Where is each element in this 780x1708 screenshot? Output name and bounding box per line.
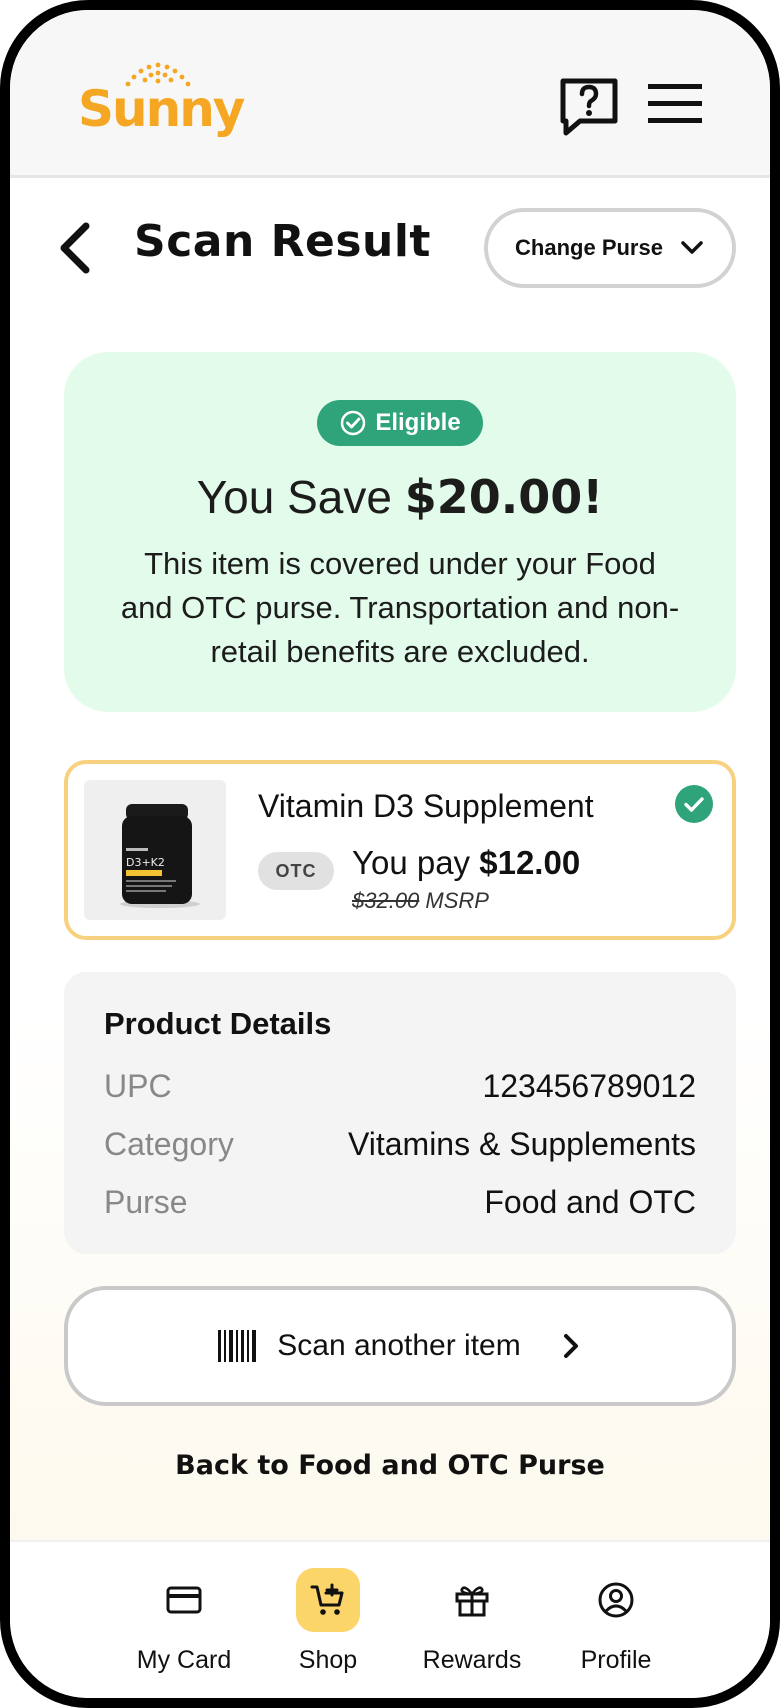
help-button[interactable] <box>558 76 620 138</box>
app-header: Sunny <box>10 10 770 178</box>
gift-icon <box>455 1586 489 1617</box>
savings-amount: $20.00! <box>404 470 604 524</box>
change-purse-label: Change Purse <box>515 235 663 260</box>
menu-button[interactable] <box>646 82 704 126</box>
phone-frame: Sunny Scan Result Change Purse Eligible … <box>0 0 780 1708</box>
detail-row-purse: Purse Food and OTC <box>104 1184 696 1224</box>
nav-active-indicator <box>296 1568 360 1632</box>
nav-label: Rewards <box>422 1646 522 1674</box>
you-pay-price: You pay $12.00 <box>352 844 580 882</box>
nav-item-rewards[interactable]: Rewards <box>402 1568 542 1688</box>
nav-item-my-card[interactable]: My Card <box>114 1568 254 1688</box>
nav-label: My Card <box>136 1646 232 1674</box>
back-button[interactable] <box>52 218 104 278</box>
cart-icon <box>310 1583 344 1615</box>
help-chat-icon <box>560 78 618 136</box>
detail-value: Food and OTC <box>484 1184 696 1220</box>
chevron-left-icon <box>60 222 90 274</box>
scan-another-label: Scan another item <box>277 1329 521 1362</box>
detail-value: Vitamins & Supplements <box>347 1126 696 1162</box>
eligible-label: Eligible <box>375 409 461 436</box>
detail-key: UPC <box>104 1068 172 1104</box>
chevron-right-icon <box>563 1334 578 1358</box>
hamburger-menu-icon <box>648 84 702 123</box>
chevron-down-icon <box>681 241 703 254</box>
profile-icon <box>598 1582 634 1618</box>
msrp-amount: $32.00 <box>352 888 420 913</box>
product-image: D3+K2 <box>84 780 226 920</box>
detail-value: 123456789012 <box>482 1068 696 1104</box>
supplement-bottle-image: D3+K2 <box>120 804 200 908</box>
coverage-description: This item is covered under your Food and… <box>120 546 680 669</box>
change-purse-button[interactable]: Change Purse <box>484 208 736 288</box>
nav-label: Profile <box>580 1646 652 1674</box>
you-pay-amount: $12.00 <box>479 844 581 881</box>
svg-text:D3+K2: D3+K2 <box>126 856 165 869</box>
savings-prefix: You Save <box>196 471 405 523</box>
details-title: Product Details <box>104 1006 332 1041</box>
card-icon <box>166 1586 202 1614</box>
savings-banner: Eligible You Save $20.00! This item is c… <box>64 352 736 712</box>
otc-tag: OTC <box>258 852 334 890</box>
eligible-badge: Eligible <box>317 400 483 446</box>
product-card[interactable]: D3+K2 Vitamin D3 Supplement OTC You pay … <box>64 760 736 940</box>
scan-another-button[interactable]: Scan another item <box>64 1286 736 1406</box>
msrp-label: MSRP <box>419 888 489 913</box>
logo-text: Sunny <box>78 80 245 138</box>
msrp-price: $32.00 MSRP <box>352 888 489 914</box>
detail-key: Category <box>104 1126 234 1162</box>
nav-item-profile[interactable]: Profile <box>546 1568 686 1688</box>
bottom-nav: My Card Shop Rewards Profile <box>10 1540 770 1698</box>
product-name: Vitamin D3 Supplement <box>258 788 594 824</box>
savings-headline: You Save $20.00! <box>64 470 736 524</box>
detail-row-category: Category Vitamins & Supplements <box>104 1126 696 1166</box>
back-to-purse-link[interactable]: Back to Food and OTC Purse <box>10 1450 770 1481</box>
product-details: Product Details UPC 123456789012 Categor… <box>64 972 736 1254</box>
detail-key: Purse <box>104 1184 188 1220</box>
barcode-icon <box>218 1330 257 1362</box>
you-pay-prefix: You pay <box>352 844 480 881</box>
nav-label: Shop <box>298 1646 358 1674</box>
nav-item-shop[interactable]: Shop <box>258 1568 398 1688</box>
page-title: Scan Result <box>134 216 431 267</box>
check-circle-icon <box>341 410 366 436</box>
detail-row-upc: UPC 123456789012 <box>104 1068 696 1108</box>
sunny-logo: Sunny <box>78 62 245 142</box>
check-circle-icon <box>675 785 713 823</box>
